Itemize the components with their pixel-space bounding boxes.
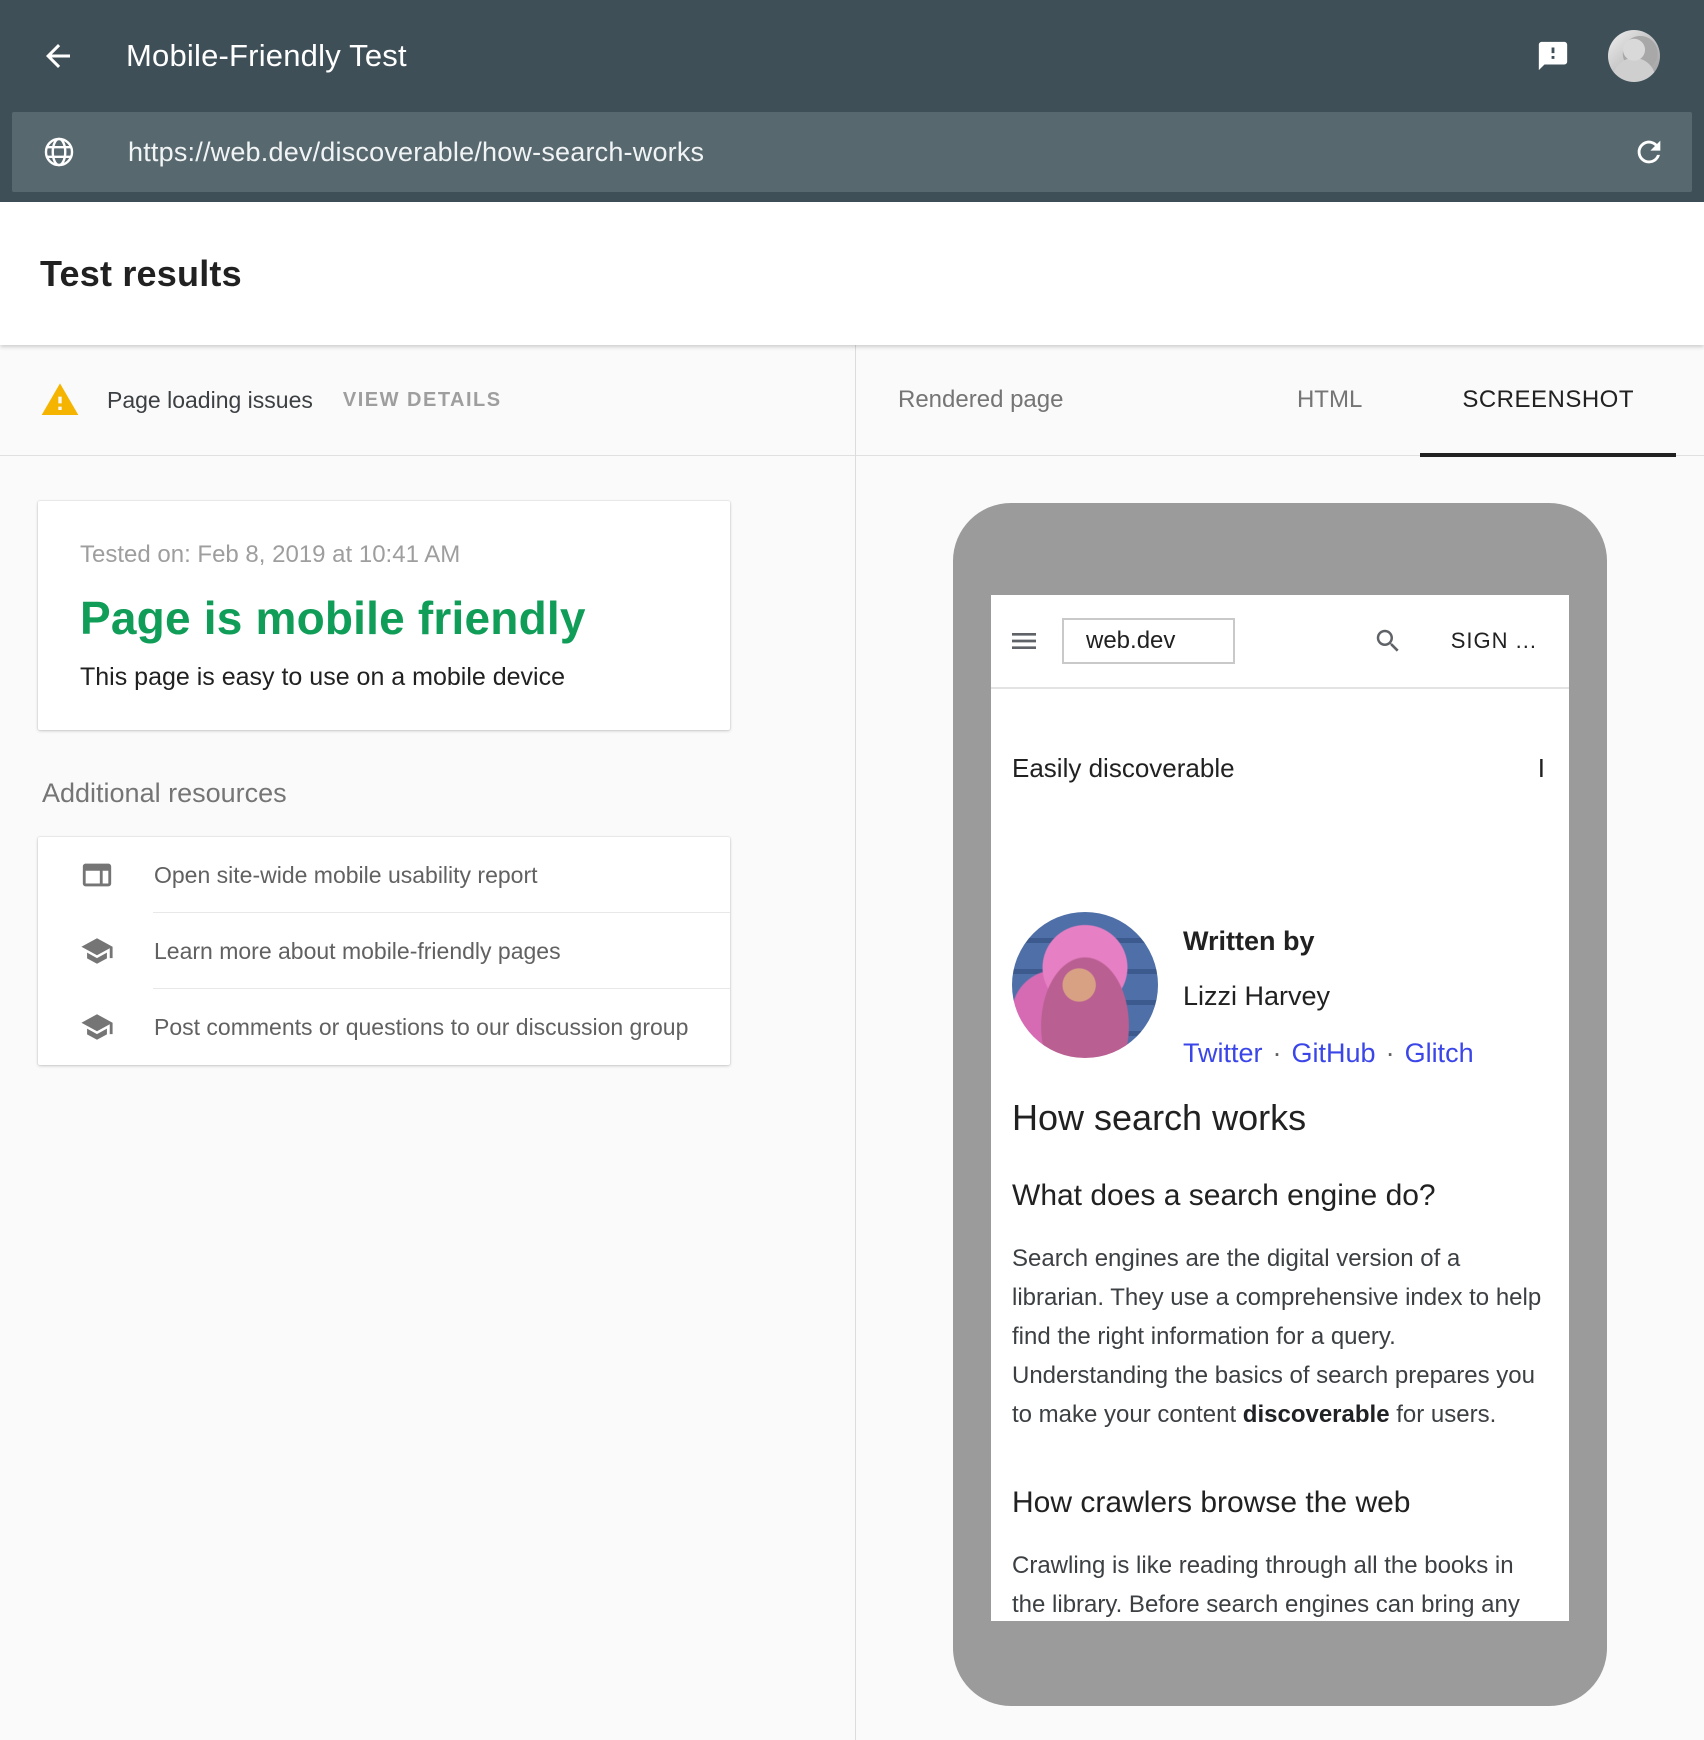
search-icon xyxy=(1373,626,1403,656)
tab-screenshot[interactable]: SCREENSHOT xyxy=(1420,345,1676,456)
resource-label: Learn more about mobile-friendly pages xyxy=(154,938,561,965)
resource-discussion-group[interactable]: Post comments or questions to our discus… xyxy=(38,989,730,1065)
app-bar: Mobile-Friendly Test xyxy=(0,0,1704,112)
screenshot-overflow-char: I xyxy=(1538,753,1545,784)
article-heading-1: What does a search engine do? xyxy=(1012,1179,1545,1213)
author-avatar xyxy=(1012,912,1158,1058)
app-title: Mobile-Friendly Test xyxy=(126,38,407,74)
screenshot-preview: web.dev SIGN ... Easily discoverable I xyxy=(856,456,1704,1706)
right-panel: Rendered page HTML SCREENSHOT web.dev xyxy=(855,345,1704,1740)
left-panel: Page loading issues VIEW DETAILS Tested … xyxy=(0,345,855,1740)
school-icon xyxy=(80,934,114,968)
screenshot-search-box: web.dev xyxy=(1062,618,1235,664)
article-heading-2: How crawlers browse the web xyxy=(1012,1486,1545,1520)
tab-bar: Rendered page HTML SCREENSHOT xyxy=(856,345,1704,456)
author-name: Lizzi Harvey xyxy=(1183,981,1474,1012)
warning-icon xyxy=(40,380,80,420)
user-avatar[interactable] xyxy=(1608,30,1660,82)
screenshot-site-header: web.dev SIGN ... xyxy=(991,595,1569,689)
written-by-label: Written by xyxy=(1183,926,1474,957)
screenshot-sign-in: SIGN ... xyxy=(1451,628,1537,654)
tab-html[interactable]: HTML xyxy=(1297,345,1362,456)
feedback-icon[interactable] xyxy=(1536,39,1570,73)
screenshot-article: Easily discoverable I Written by Lizzi H… xyxy=(991,753,1569,1621)
content: Page loading issues VIEW DETAILS Tested … xyxy=(0,345,1704,1740)
author-links: Twitter·GitHub·Glitch xyxy=(1183,1038,1474,1069)
page-title: Test results xyxy=(40,253,242,295)
article-paragraph-1: Search engines are the digital version o… xyxy=(1012,1239,1545,1434)
phone-mockup: web.dev SIGN ... Easily discoverable I xyxy=(953,503,1607,1706)
school-icon xyxy=(80,1010,114,1044)
view-details-link[interactable]: VIEW DETAILS xyxy=(343,389,502,412)
warning-strip: Page loading issues VIEW DETAILS xyxy=(0,345,855,456)
article-title: How search works xyxy=(1012,1097,1545,1139)
screenshot-search-value: web.dev xyxy=(1086,627,1175,655)
reload-icon[interactable] xyxy=(1632,135,1666,169)
screenshot-breadcrumb: Easily discoverable xyxy=(1012,753,1235,784)
resource-label: Post comments or questions to our discus… xyxy=(154,1014,688,1041)
github-link: GitHub xyxy=(1292,1038,1376,1068)
back-arrow-icon[interactable] xyxy=(40,38,76,74)
resources-card: Open site-wide mobile usability report L… xyxy=(38,837,730,1065)
verdict-description: This page is easy to use on a mobile dev… xyxy=(80,663,690,692)
author-block: Written by Lizzi Harvey Twitter·GitHub·G… xyxy=(1012,912,1545,1069)
results-header: Test results xyxy=(0,202,1704,345)
article-paragraph-2: Crawling is like reading through all the… xyxy=(1012,1546,1545,1621)
url-bar-zone: https://web.dev/discoverable/how-search-… xyxy=(0,112,1704,202)
hamburger-menu-icon xyxy=(1008,625,1040,657)
tested-on-timestamp: Tested on: Feb 8, 2019 at 10:41 AM xyxy=(80,541,690,569)
resource-usability-report[interactable]: Open site-wide mobile usability report xyxy=(38,837,730,913)
tab-rendered-page[interactable]: Rendered page xyxy=(898,345,1063,456)
result-card: Tested on: Feb 8, 2019 at 10:41 AM Page … xyxy=(38,501,730,730)
url-bar[interactable]: https://web.dev/discoverable/how-search-… xyxy=(12,112,1692,192)
twitter-link: Twitter xyxy=(1183,1038,1263,1068)
globe-icon xyxy=(42,135,76,169)
phone-screen: web.dev SIGN ... Easily discoverable I xyxy=(991,595,1569,1621)
warning-label: Page loading issues xyxy=(107,387,313,414)
additional-resources-title: Additional resources xyxy=(42,778,855,809)
web-report-icon xyxy=(80,858,114,892)
resource-label: Open site-wide mobile usability report xyxy=(154,862,538,889)
resource-learn-more[interactable]: Learn more about mobile-friendly pages xyxy=(38,913,730,989)
url-text[interactable]: https://web.dev/discoverable/how-search-… xyxy=(128,137,1632,168)
glitch-link: Glitch xyxy=(1405,1038,1474,1068)
verdict-text: Page is mobile friendly xyxy=(80,591,690,645)
